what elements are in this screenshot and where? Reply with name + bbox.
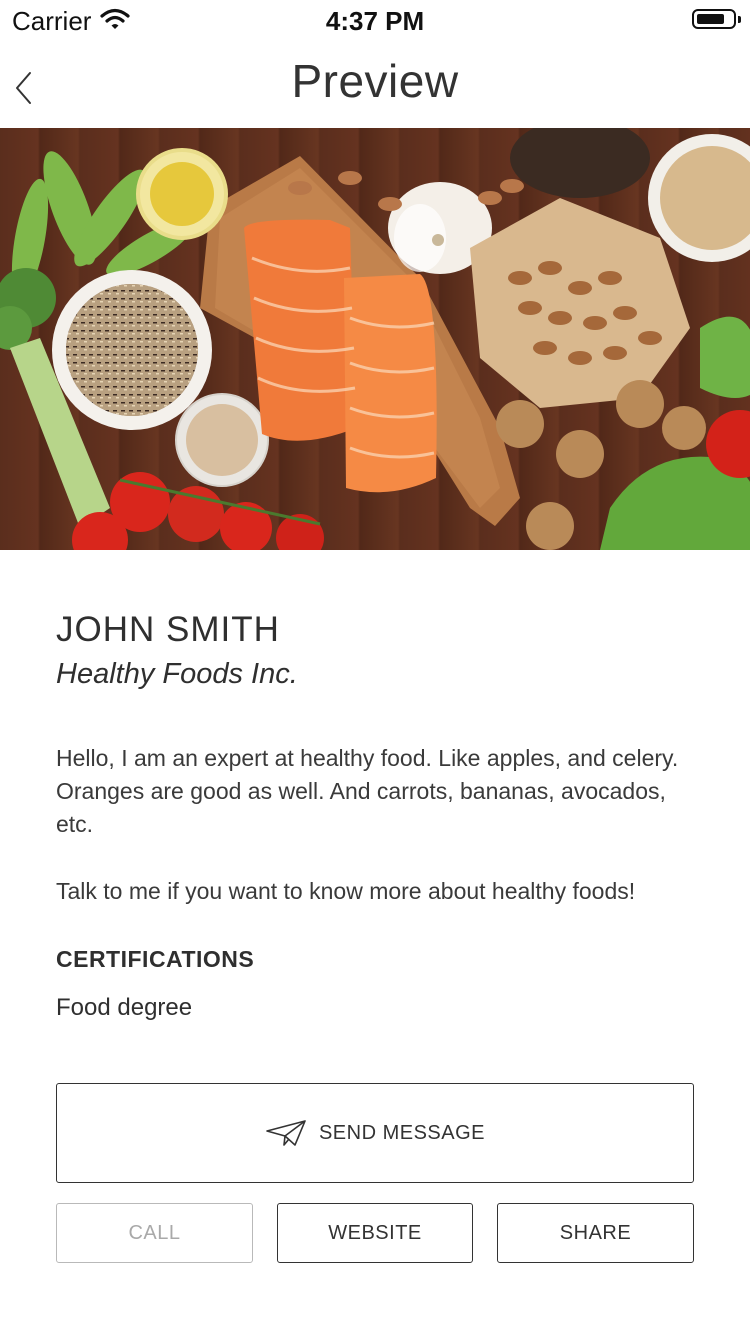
call-label: CALL: [128, 1221, 181, 1244]
status-bar: Carrier 4:37 PM: [0, 0, 750, 40]
battery-icon: [692, 9, 741, 29]
paper-plane-icon: [265, 1119, 307, 1147]
profile-company: Healthy Foods Inc.: [56, 658, 298, 690]
profile-name: JOHN SMITH: [56, 610, 280, 649]
profile-bio: Hello, I am an expert at healthy food. L…: [56, 745, 679, 837]
page-title: Preview: [291, 55, 459, 107]
call-button[interactable]: CALL: [56, 1203, 253, 1263]
send-message-button[interactable]: SEND MESSAGE: [56, 1083, 694, 1183]
oats-bowl: [175, 393, 269, 487]
status-time: 4:37 PM: [325, 6, 425, 36]
battery-tip: [738, 16, 741, 23]
website-label: WEBSITE: [328, 1221, 422, 1244]
battery-level: [697, 14, 724, 24]
certifications-heading: CERTIFICATIONS: [56, 946, 255, 972]
certification-item: Food degree: [56, 994, 193, 1021]
hero-image: [0, 128, 750, 550]
olive-oil-bowl: [136, 148, 228, 240]
healthy-foods-photo: [0, 128, 750, 550]
share-button[interactable]: SHARE: [497, 1203, 694, 1263]
share-label: SHARE: [559, 1221, 632, 1244]
website-button[interactable]: WEBSITE: [277, 1203, 473, 1263]
send-message-label: SEND MESSAGE: [318, 1121, 486, 1144]
rice-bowl: [52, 270, 212, 430]
navigation-bar: Preview: [0, 40, 750, 128]
profile-bio-cta: Talk to me if you want to know more abou…: [56, 878, 636, 904]
